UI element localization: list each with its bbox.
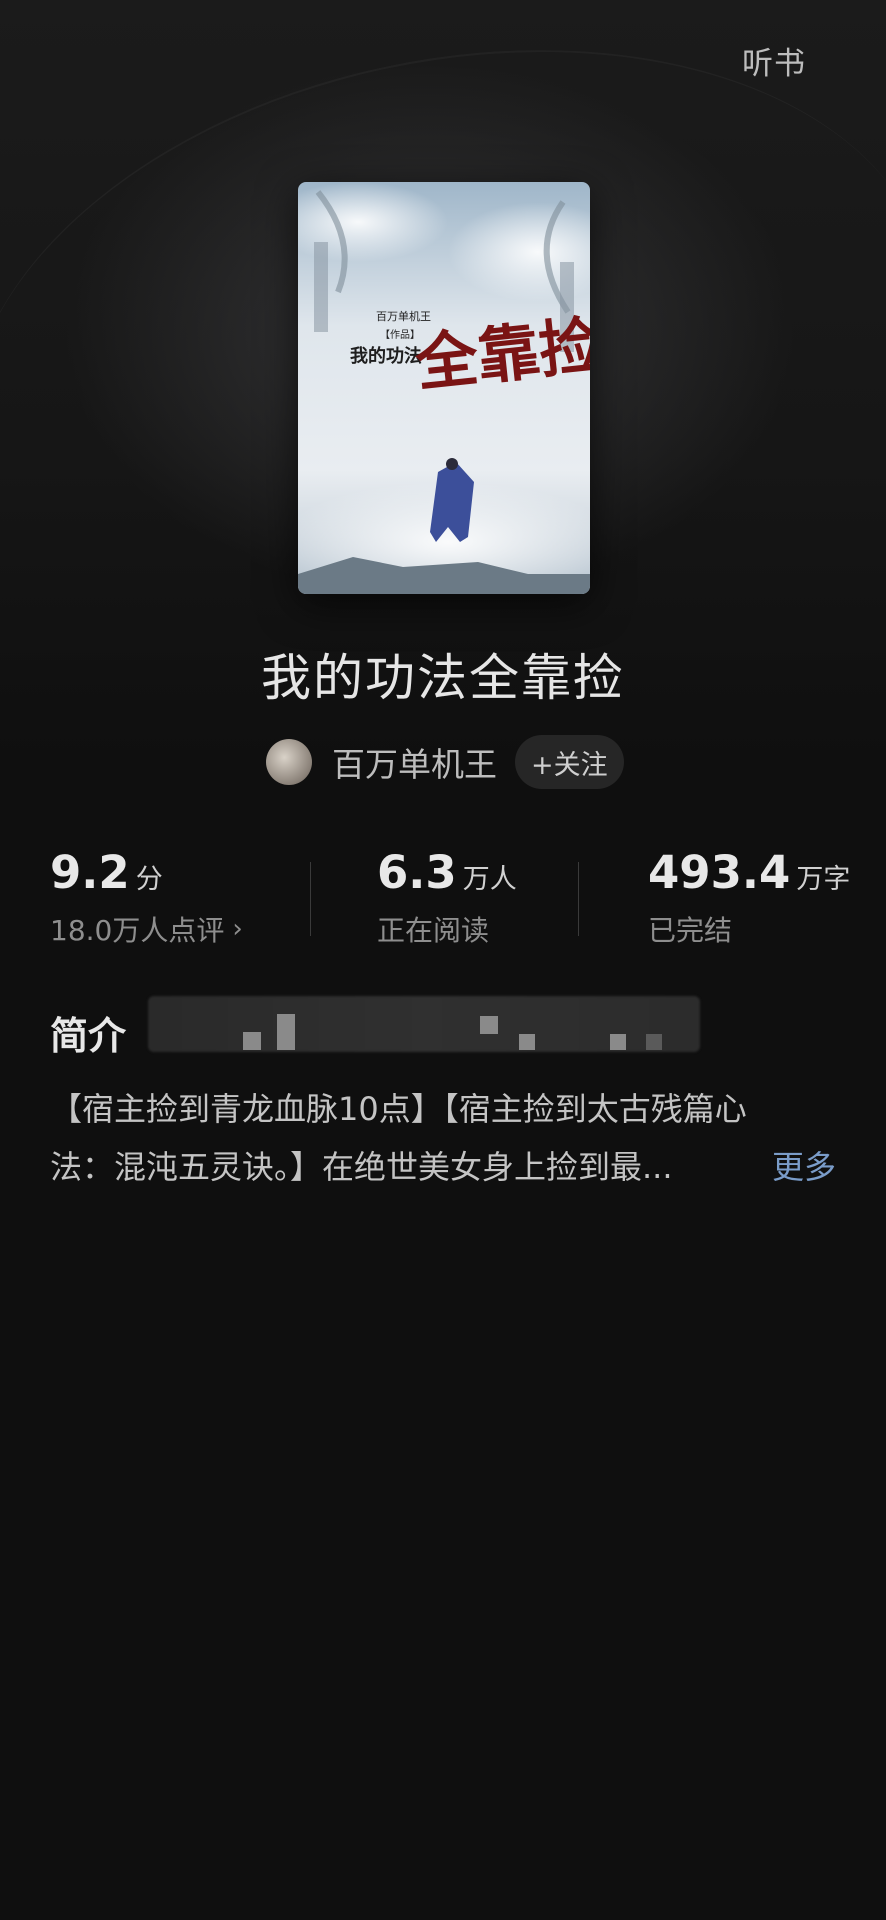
rating-stat[interactable]: 9.2 分 18.0万人点评 ›	[50, 846, 243, 949]
author-row: 百万单机王 +关注	[266, 733, 624, 791]
rating-value: 9.2	[50, 846, 130, 899]
redaction-pixel	[480, 1016, 498, 1034]
redaction-pixel	[610, 1034, 626, 1050]
readers-value: 6.3	[377, 846, 457, 899]
words-unit: 万字	[796, 864, 851, 895]
redaction-pixel	[646, 1034, 662, 1050]
author-avatar[interactable]	[266, 739, 312, 785]
listen-button[interactable]: 听书	[742, 38, 806, 83]
cover-subtitle-text: 我的功法	[350, 345, 422, 367]
book-title: 我的功法全靠捡	[261, 649, 625, 707]
follow-button[interactable]: +关注	[515, 735, 624, 789]
readers-label: 正在阅读	[377, 914, 490, 947]
intro-line-1: 【宿主捡到青龙血脉10点】【宿主捡到太古残篇心	[50, 1090, 747, 1128]
readers-unit: 万人	[462, 864, 517, 895]
rating-count: 18.0万人点评	[50, 914, 225, 947]
more-link[interactable]: 更多	[772, 1138, 836, 1196]
stats-row: 9.2 分 18.0万人点评 › 6.3 万人 正在阅读 493.4 万字 已完结	[0, 846, 886, 956]
author-name[interactable]: 百万单机王	[332, 738, 497, 786]
chevron-right-icon: ›	[232, 914, 243, 944]
stats-divider	[310, 862, 311, 936]
redaction-pixel	[519, 1034, 535, 1050]
intro-text[interactable]: 【宿主捡到青龙血脉10点】【宿主捡到太古残篇心 法：混沌五灵诀。】在绝世美女身上…	[50, 1080, 840, 1196]
book-cover[interactable]: 百万单机王 【作品】 我的功法 全靠捡	[298, 182, 590, 594]
cover-art: 百万单机王 【作品】 我的功法 全靠捡	[298, 182, 590, 594]
cover-author-text: 百万单机王	[376, 309, 431, 323]
intro-header: 简介	[50, 1014, 127, 1058]
intro-line-2: 法：混沌五灵诀。】在绝世美女身上捡到最...	[50, 1148, 673, 1186]
words-stat: 493.4 万字 已完结	[648, 846, 850, 949]
redaction-pixel	[277, 1014, 295, 1050]
stats-divider	[578, 862, 579, 936]
words-value: 493.4	[648, 846, 791, 899]
rating-unit: 分	[135, 864, 163, 895]
status-label: 已完结	[648, 914, 733, 947]
readers-stat: 6.3 万人 正在阅读	[377, 846, 517, 949]
redaction-pixel	[243, 1032, 261, 1050]
